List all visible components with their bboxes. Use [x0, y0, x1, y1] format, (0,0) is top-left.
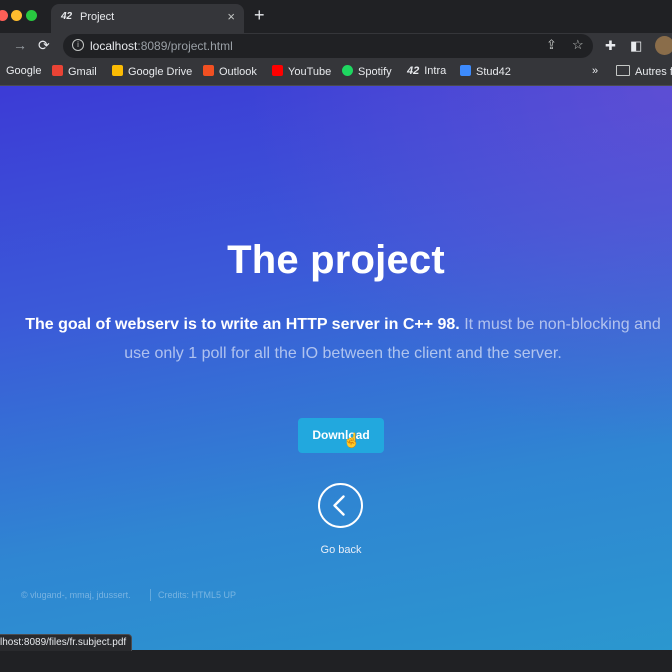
go-back-button[interactable] — [318, 483, 363, 528]
minimize-window-button[interactable] — [11, 10, 22, 21]
google-drive-icon — [112, 65, 123, 76]
bookmarks-overflow-button[interactable]: » — [592, 65, 598, 77]
spotify-icon — [342, 65, 353, 76]
footer-authors: © vlugand-, mmaj, jdussert. — [21, 590, 131, 600]
bookmark-star-icon[interactable]: ☆ — [572, 37, 584, 53]
download-button[interactable]: Download — [298, 418, 384, 453]
page-content: The project The goal of webserv is to wr… — [0, 86, 672, 650]
side-panel-icon[interactable]: ◧ — [630, 38, 642, 54]
hand-cursor-icon: ☝ — [343, 432, 361, 448]
link-status-bar: lhost:8089/files/fr.subject.pdf — [0, 634, 133, 652]
description-bold: The goal of webserv is to write an HTTP … — [25, 316, 460, 333]
folder-icon — [616, 65, 630, 76]
new-tab-button[interactable]: + — [254, 5, 265, 26]
footer-divider — [150, 589, 151, 601]
stud42-icon — [460, 65, 471, 76]
tab-project[interactable]: 42 Project × — [51, 4, 244, 33]
gmail-icon — [52, 65, 63, 76]
bookmark-google-drive[interactable]: Google Drive — [112, 65, 192, 78]
project-description: The goal of webserv is to write an HTTP … — [20, 310, 666, 368]
bookmark-spotify[interactable]: Spotify — [342, 65, 392, 78]
other-bookmarks-folder[interactable]: Autres fa — [616, 65, 672, 78]
url-text[interactable]: localhost:8089/project.html — [90, 39, 233, 53]
bookmarks-bar: Google Gmail Google Drive Outlook YouTub… — [0, 60, 672, 86]
bookmark-outlook[interactable]: Outlook — [203, 65, 257, 78]
page-title: The project — [227, 238, 445, 282]
outlook-icon — [203, 65, 214, 76]
footer-credits: Credits: HTML5 UP — [158, 590, 237, 600]
profile-avatar[interactable] — [655, 36, 672, 55]
bookmark-google[interactable]: Google — [6, 65, 41, 77]
browser-toolbar: → ⟳ i localhost:8089/project.html ⇪ ☆ ✚ … — [0, 33, 672, 60]
bookmark-intra[interactable]: 42 Intra — [407, 65, 446, 77]
share-icon[interactable]: ⇪ — [546, 37, 557, 53]
bookmark-youtube[interactable]: YouTube — [272, 65, 331, 78]
go-back-label[interactable]: Go back — [0, 544, 672, 556]
tab-favicon-icon: 42 — [61, 11, 73, 22]
chevron-left-icon — [333, 495, 345, 516]
tab-title: Project — [80, 11, 115, 23]
bookmark-stud42[interactable]: Stud42 — [460, 65, 511, 78]
address-bar[interactable]: i localhost:8089/project.html ⇪ ☆ — [63, 34, 593, 58]
close-window-button[interactable] — [0, 10, 8, 21]
maximize-window-button[interactable] — [26, 10, 37, 21]
intra-icon: 42 — [407, 65, 420, 77]
bookmark-gmail[interactable]: Gmail — [52, 65, 97, 78]
tab-strip: 42 Project × + — [0, 0, 672, 33]
tab-close-icon[interactable]: × — [227, 9, 235, 24]
window-bottom-edge — [0, 651, 672, 672]
youtube-icon — [272, 65, 283, 76]
reload-icon[interactable]: ⟳ — [38, 37, 50, 54]
extensions-puzzle-icon[interactable]: ✚ — [605, 38, 616, 54]
forward-icon[interactable]: → — [13, 37, 27, 53]
site-info-icon[interactable]: i — [72, 39, 84, 51]
